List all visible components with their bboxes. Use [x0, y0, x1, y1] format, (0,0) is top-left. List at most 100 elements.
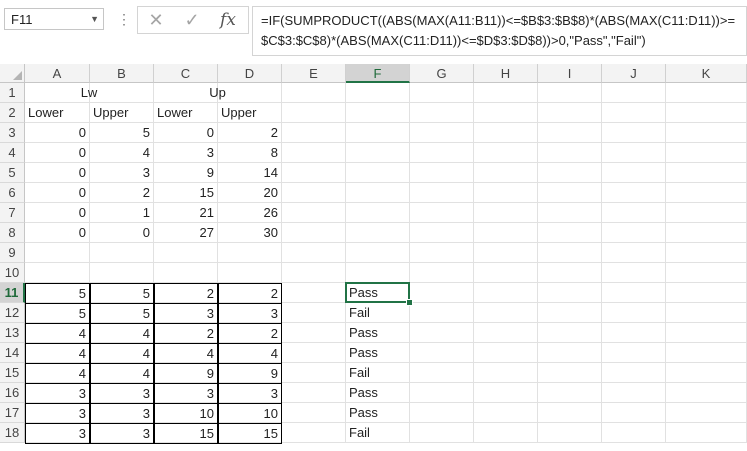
cell[interactable] [346, 163, 410, 183]
cell[interactable] [602, 183, 666, 203]
enter-icon[interactable]: ✓ [178, 9, 206, 31]
cell[interactable] [666, 283, 747, 303]
table2-cell[interactable]: 5 [25, 303, 90, 324]
cell[interactable] [218, 243, 282, 263]
table2-cell[interactable]: 15 [154, 423, 218, 444]
table2-cell[interactable]: 3 [218, 303, 282, 324]
table1-cell[interactable]: 9 [154, 163, 218, 183]
result-cell[interactable]: Pass [346, 383, 410, 403]
cell[interactable] [474, 403, 538, 423]
row-header-1[interactable]: 1 [0, 83, 25, 103]
table2-cell[interactable]: 4 [90, 343, 154, 364]
cell[interactable] [602, 383, 666, 403]
cell[interactable] [282, 403, 346, 423]
cell[interactable] [538, 303, 602, 323]
table2-cell[interactable]: 3 [25, 403, 90, 424]
cell[interactable] [474, 363, 538, 383]
table1-cell[interactable]: 0 [25, 203, 90, 223]
cell[interactable] [474, 423, 538, 443]
cell[interactable] [538, 363, 602, 383]
cell[interactable] [346, 143, 410, 163]
table2-cell[interactable]: 3 [25, 383, 90, 404]
cell[interactable] [218, 263, 282, 283]
cell[interactable] [410, 243, 474, 263]
table2-cell[interactable]: 4 [218, 343, 282, 364]
table1-cell[interactable]: 0 [90, 223, 154, 243]
row-header-2[interactable]: 2 [0, 103, 25, 123]
table2-cell[interactable]: 3 [154, 383, 218, 404]
cell[interactable] [410, 383, 474, 403]
table1-cell[interactable]: 20 [218, 183, 282, 203]
cell[interactable] [410, 163, 474, 183]
cell[interactable] [538, 263, 602, 283]
table2-cell[interactable]: 3 [25, 423, 90, 444]
cell[interactable] [282, 423, 346, 443]
row-header-11[interactable]: 11 [0, 283, 25, 303]
cell[interactable] [602, 283, 666, 303]
cell[interactable] [602, 123, 666, 143]
column-header-b[interactable]: B [90, 64, 154, 83]
cell[interactable] [474, 323, 538, 343]
cell[interactable] [474, 103, 538, 123]
table2-cell[interactable]: 2 [218, 323, 282, 344]
cell[interactable] [474, 163, 538, 183]
table2-cell[interactable]: 4 [154, 343, 218, 364]
column-header-k[interactable]: K [666, 64, 747, 83]
name-box[interactable]: F11 ▼ [4, 8, 104, 30]
header-d2[interactable]: Upper [218, 103, 282, 123]
row-header-17[interactable]: 17 [0, 403, 25, 423]
cell[interactable] [282, 183, 346, 203]
cell[interactable] [410, 343, 474, 363]
cell[interactable] [602, 343, 666, 363]
cell[interactable] [346, 263, 410, 283]
cell[interactable] [666, 223, 747, 243]
table1-cell[interactable]: 0 [154, 123, 218, 143]
cell[interactable] [346, 183, 410, 203]
table2-cell[interactable]: 4 [25, 323, 90, 344]
cell[interactable] [282, 263, 346, 283]
column-header-h[interactable]: H [474, 64, 538, 83]
cell[interactable] [602, 263, 666, 283]
cell[interactable] [474, 263, 538, 283]
cell[interactable] [282, 283, 346, 303]
cell[interactable] [538, 223, 602, 243]
cell[interactable] [602, 143, 666, 163]
table1-cell[interactable]: 8 [218, 143, 282, 163]
cell[interactable] [666, 423, 747, 443]
cell[interactable] [602, 223, 666, 243]
cell[interactable] [602, 103, 666, 123]
cell[interactable] [410, 143, 474, 163]
cell[interactable] [538, 283, 602, 303]
cell[interactable] [602, 403, 666, 423]
column-header-e[interactable]: E [282, 64, 346, 83]
column-header-d[interactable]: D [218, 64, 282, 83]
cell[interactable] [474, 83, 538, 103]
column-header-g[interactable]: G [410, 64, 474, 83]
cell[interactable] [154, 263, 218, 283]
table1-cell[interactable]: 3 [154, 143, 218, 163]
cell[interactable] [538, 163, 602, 183]
table2-cell[interactable]: 2 [218, 283, 282, 304]
cell[interactable] [474, 303, 538, 323]
cell[interactable] [538, 403, 602, 423]
result-cell[interactable]: Pass [346, 343, 410, 363]
cell[interactable] [410, 303, 474, 323]
cell[interactable] [666, 123, 747, 143]
cell[interactable] [666, 303, 747, 323]
table2-cell[interactable]: 4 [90, 323, 154, 344]
result-cell[interactable]: Fail [346, 303, 410, 323]
table2-cell[interactable]: 2 [154, 323, 218, 344]
table1-cell[interactable]: 1 [90, 203, 154, 223]
column-header-i[interactable]: I [538, 64, 602, 83]
row-header-12[interactable]: 12 [0, 303, 25, 323]
cell[interactable] [282, 83, 346, 103]
table2-cell[interactable]: 3 [90, 423, 154, 444]
cell[interactable] [410, 83, 474, 103]
header-lw[interactable]: Lw [25, 83, 154, 103]
column-header-c[interactable]: C [154, 64, 218, 83]
cell[interactable] [25, 263, 90, 283]
column-header-f[interactable]: F [346, 64, 410, 83]
more-options-icon[interactable]: ⋮ [117, 8, 131, 30]
cell[interactable] [666, 343, 747, 363]
cell[interactable] [410, 263, 474, 283]
